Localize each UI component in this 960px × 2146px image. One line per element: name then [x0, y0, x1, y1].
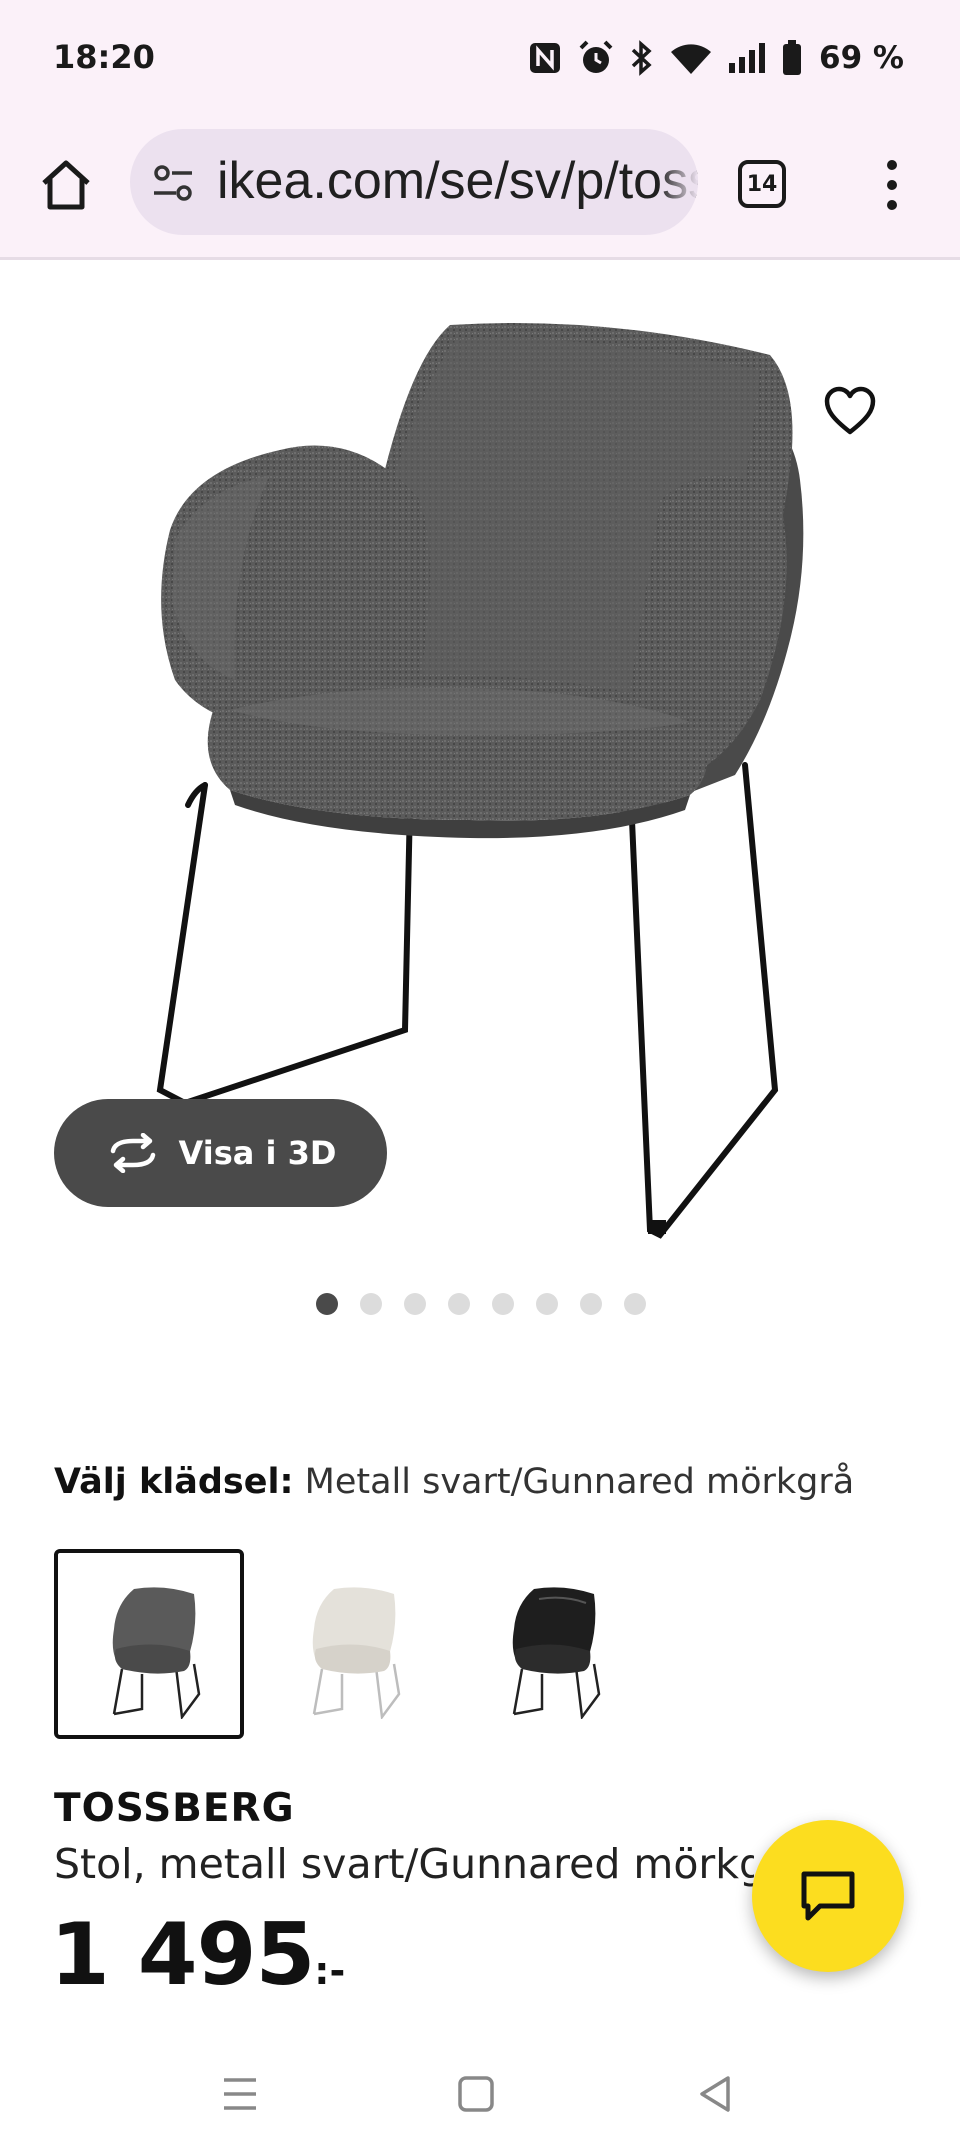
pagination-dot[interactable] — [404, 1293, 426, 1315]
pagination-dot[interactable] — [536, 1293, 558, 1315]
browser-toolbar: ikea.com/se/sv/p/tossberg 14 — [0, 115, 960, 260]
variant-label: Välj klädsel: — [54, 1462, 294, 1502]
price-value: 1 495 — [50, 1905, 315, 2005]
image-pagination — [316, 1293, 646, 1315]
wifi-icon — [669, 40, 713, 76]
nfc-icon — [527, 40, 563, 76]
product-price: 1 495:- — [50, 1905, 345, 2005]
battery-icon — [781, 39, 803, 77]
price-suffix: :- — [314, 1949, 346, 1993]
view-3d-button[interactable]: Visa i 3D — [54, 1099, 387, 1207]
swatch-beige[interactable] — [254, 1549, 444, 1739]
swatch-black[interactable] — [454, 1549, 644, 1739]
favorite-button[interactable] — [822, 384, 878, 440]
back-button[interactable] — [686, 2064, 746, 2124]
more-vertical-icon — [887, 160, 897, 210]
pagination-dot[interactable] — [448, 1293, 470, 1315]
pagination-dot[interactable] — [580, 1293, 602, 1315]
variant-swatches — [54, 1549, 714, 1739]
variant-picker-label: Välj klädsel: Metall svart/Gunnared mörk… — [54, 1462, 854, 1502]
bluetooth-icon — [629, 39, 655, 77]
site-settings-icon[interactable] — [152, 163, 196, 207]
home-button[interactable] — [36, 155, 96, 215]
rotate-3d-icon — [110, 1133, 155, 1173]
heart-icon — [824, 386, 876, 435]
alarm-icon — [577, 39, 615, 77]
browser-menu-button[interactable] — [872, 155, 912, 215]
signal-icon — [727, 41, 767, 75]
view-3d-label: Visa i 3D — [178, 1134, 337, 1172]
back-triangle-icon — [700, 2076, 730, 2112]
pagination-dot[interactable] — [316, 1293, 338, 1315]
product-description: Stol, metall svart/Gunnared mörkgrå — [54, 1840, 754, 1888]
pagination-dot[interactable] — [624, 1293, 646, 1315]
status-time: 18:20 — [53, 38, 155, 76]
battery-percent: 69 % — [819, 40, 904, 76]
menu-icon — [224, 2078, 256, 2110]
variant-selected-value: Metall svart/Gunnared mörkgrå — [304, 1462, 855, 1502]
status-bar: 18:20 69 % — [0, 0, 960, 115]
url-text: ikea.com/se/sv/p/tossberg — [217, 152, 698, 210]
chat-button[interactable] — [752, 1820, 904, 1972]
swatch-dark-grey[interactable] — [54, 1549, 244, 1739]
product-name: TOSSBERG — [54, 1786, 295, 1831]
home-icon — [42, 160, 90, 210]
chat-icon — [801, 1871, 855, 1921]
square-icon — [458, 2076, 494, 2112]
system-nav-bar — [0, 2040, 960, 2146]
home-nav-button[interactable] — [446, 2064, 506, 2124]
recents-button[interactable] — [210, 2064, 270, 2124]
url-bar[interactable]: ikea.com/se/sv/p/tossberg — [130, 129, 698, 235]
pagination-dot[interactable] — [492, 1293, 514, 1315]
tab-switcher-button[interactable]: 14 — [738, 160, 786, 208]
pagination-dot[interactable] — [360, 1293, 382, 1315]
status-icons: 69 % — [527, 36, 904, 80]
